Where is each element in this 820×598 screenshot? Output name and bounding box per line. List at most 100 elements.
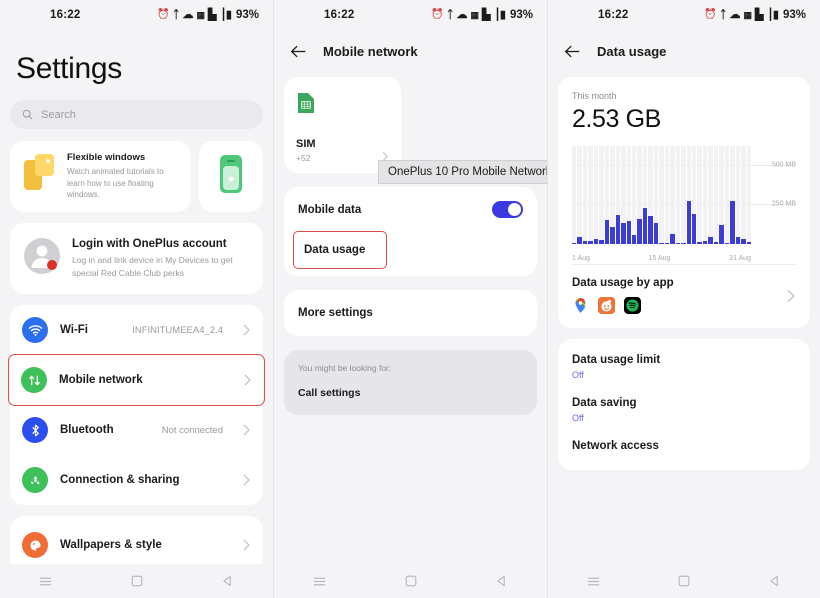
wifi-icon: ☁	[182, 8, 194, 21]
promo-row: Flexible windows Watch animated tutorial…	[0, 141, 273, 223]
home-icon[interactable]	[404, 574, 418, 588]
data-saving-option[interactable]: Data saving Off	[572, 397, 796, 423]
promo-card-secondary[interactable]	[198, 141, 263, 212]
chart-bar	[741, 238, 746, 244]
sim-signal-icon: ▦	[196, 9, 205, 20]
alarm-icon: ⏰	[704, 9, 717, 20]
mobile-data-row[interactable]: Mobile data	[284, 187, 537, 232]
chart-bar	[610, 227, 615, 244]
menu-icon[interactable]	[38, 574, 53, 589]
chevron-right-icon	[787, 289, 796, 303]
chart-bar	[659, 242, 664, 244]
data-usage-limit-option[interactable]: Data usage limit Off	[572, 354, 796, 380]
chart-bar-slot	[659, 146, 664, 244]
reddit-icon	[598, 297, 615, 314]
navigation-bar	[548, 564, 820, 598]
back-icon[interactable]	[768, 574, 782, 588]
chart-bar	[702, 241, 708, 244]
back-arrow-icon[interactable]	[290, 44, 307, 59]
chart-x-tick-label: 1 Aug	[572, 255, 590, 262]
data-usage-row[interactable]: Data usage	[293, 231, 387, 269]
chart-bar-slot	[708, 146, 713, 244]
more-settings-card: More settings	[284, 290, 537, 336]
mobile-network-icon	[21, 367, 47, 394]
usage-period-label: This month	[572, 91, 617, 101]
back-icon[interactable]	[221, 574, 235, 588]
bluetooth-icon: ᛏ	[172, 8, 180, 21]
chart-bar	[691, 213, 697, 244]
looking-for-hint: You might be looking for:	[298, 363, 392, 373]
sidebar-item-wifi[interactable]: Wi-Fi INFINITUMEEA4_2.4	[10, 305, 263, 355]
chart-bar	[730, 201, 735, 244]
more-settings-row[interactable]: More settings	[284, 290, 537, 336]
chart-bar-slot	[664, 146, 670, 244]
sidebar-item-wallpapers-style[interactable]: Wallpapers & style	[10, 520, 263, 570]
green-phone-illustration	[218, 153, 244, 200]
chart-bar	[577, 236, 582, 244]
option-value: Off	[572, 413, 584, 423]
sidebar-item-bluetooth[interactable]: Bluetooth Not connected	[10, 405, 263, 455]
option-title: Data saving	[572, 397, 637, 409]
back-arrow-icon[interactable]	[564, 44, 581, 59]
chart-y-tick-label: 500 MB	[771, 161, 796, 169]
chart-bar	[686, 200, 691, 244]
sim-card-icon	[296, 91, 389, 120]
chart-bar-slot	[686, 146, 691, 244]
sim-card[interactable]: SIM +52	[284, 77, 401, 173]
bluetooth-icon	[22, 417, 48, 444]
sidebar-item-label: Bluetooth	[60, 424, 114, 437]
battery-icon: ▮	[225, 8, 232, 21]
network-access-option[interactable]: Network access	[572, 440, 796, 452]
mobile-data-toggle[interactable]	[492, 201, 523, 218]
status-icons: ⏰ ᛏ ☁ ▦ ▙▕ ▮ 93%	[157, 9, 259, 21]
status-icons: ⏰ ᛏ ☁ ▦ ▙▕ ▮ 93%	[704, 9, 806, 21]
mobile-data-label: Mobile data	[298, 203, 362, 216]
sidebar-item-connection-sharing[interactable]: Connection & sharing	[10, 455, 263, 505]
menu-icon[interactable]	[312, 574, 327, 589]
chart-bar	[697, 241, 702, 244]
chart-bar-slot	[681, 146, 686, 244]
promo-card-flexible-windows[interactable]: Flexible windows Watch animated tutorial…	[10, 141, 191, 212]
sidebar-item-label: Wallpapers & style	[60, 539, 162, 552]
call-settings-item[interactable]: Call settings	[298, 387, 523, 399]
app-bar: Mobile network	[274, 30, 547, 77]
home-icon[interactable]	[130, 574, 144, 588]
data-usage-label: Data usage	[304, 244, 366, 256]
chart-bar	[572, 242, 577, 244]
sim-number: +52	[296, 153, 311, 163]
sidebar-item-label: Mobile network	[59, 374, 143, 387]
app-bar: Data usage	[548, 30, 820, 77]
sidebar-item-mobile-network[interactable]: Mobile network	[8, 354, 265, 407]
status-bar: 16:22 ⏰ ᛏ ☁ ▦ ▙▕ ▮ 93%	[274, 0, 547, 30]
chart-bar-slot	[599, 146, 604, 244]
usage-summary-card: This month 2.53 GB 500 MB 250 MB 1 Aug 15 …	[558, 77, 810, 328]
wifi-value: INFINITUMEEA4_2.4	[132, 324, 223, 336]
alarm-icon: ⏰	[157, 9, 170, 20]
chart-bar	[599, 240, 604, 244]
chart-bar	[670, 234, 675, 244]
sidebar-item-label: Wi-Fi	[60, 324, 88, 337]
connection-sharing-icon	[22, 467, 48, 494]
option-value: Off	[572, 370, 584, 380]
screen-data-usage: 16:22 ⏰ ᛏ ☁ ▦ ▙▕ ▮ 93% Data usage This m…	[547, 0, 820, 598]
google-maps-icon	[572, 297, 589, 314]
search-input[interactable]: Search	[10, 100, 263, 129]
chart-bar-slot	[670, 146, 675, 244]
chart-bar	[621, 223, 626, 244]
chart-bar-slot	[588, 146, 593, 244]
bluetooth-icon: ᛏ	[719, 8, 727, 21]
status-time: 16:22	[324, 9, 355, 21]
data-usage-by-app-row[interactable]: Data usage by app	[572, 265, 796, 328]
mobile-data-card: Mobile data Data usage	[284, 187, 537, 276]
chart-bar-slot	[648, 146, 653, 244]
home-icon[interactable]	[677, 574, 691, 588]
chart-bar-slot	[615, 146, 621, 244]
status-bar: 16:22 ⏰ ᛏ ☁ ▦ ▙▕ ▮ 93%	[548, 0, 820, 30]
chevron-right-icon	[243, 424, 251, 436]
menu-icon[interactable]	[586, 574, 601, 589]
account-card[interactable]: Login with OnePlus account Log in and li…	[10, 222, 263, 295]
back-icon[interactable]	[495, 574, 509, 588]
chart-bars	[572, 146, 751, 244]
chart-bar	[724, 242, 730, 244]
screen-settings: 16:22 ⏰ ᛏ ☁ ▦ ▙▕ ▮ 93% Settings Search F…	[0, 0, 273, 598]
